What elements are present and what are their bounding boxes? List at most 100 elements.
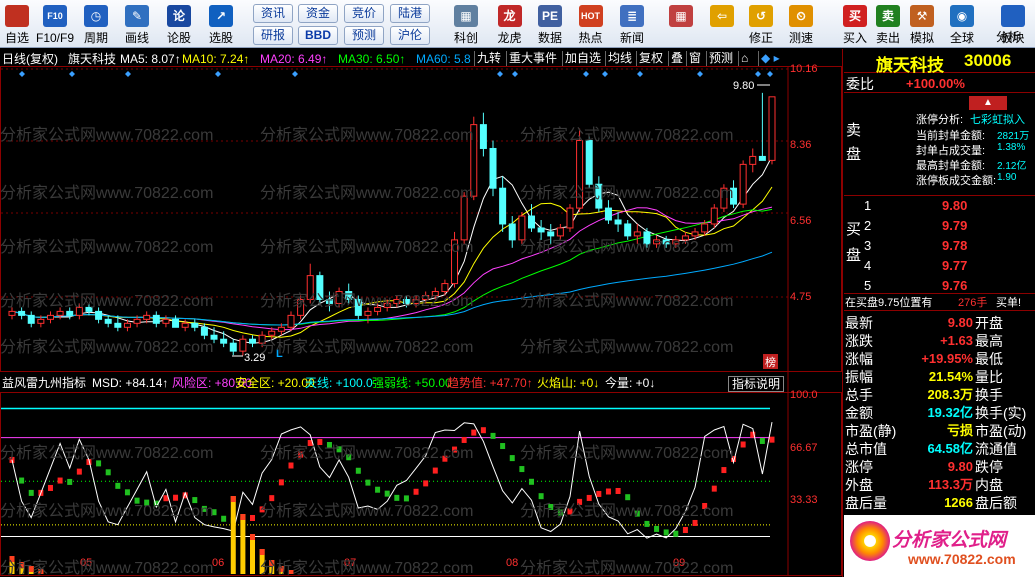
candle [585, 136, 593, 189]
toolbar-f10-button[interactable]: F10 F10/F9 [34, 0, 76, 48]
quick-button-3[interactable]: 陆港 [390, 4, 430, 23]
quick-button-1[interactable]: 资金 [298, 4, 338, 23]
candle [479, 112, 487, 157]
bid-row[interactable]: 4 9.77 [844, 257, 1035, 275]
event-marker-icon[interactable] [215, 71, 221, 77]
stat-key: 总手 [845, 387, 873, 403]
toolbar-stock-select-button[interactable]: ↗ 选股 [200, 0, 242, 48]
queue-qty: 276手 [958, 297, 988, 309]
event-marker-icon[interactable] [583, 71, 589, 77]
analysis-key: 涨停板成交金额: [916, 175, 997, 187]
quick-button-4[interactable]: 研报 [253, 26, 293, 45]
candle [412, 295, 420, 308]
toolbar-simulate-button[interactable]: ⚒ 模拟 [904, 0, 940, 48]
simulate-icon: ⚒ [910, 5, 934, 27]
stat-key: 振幅 [845, 369, 873, 385]
stat-key: 涨幅 [845, 351, 873, 367]
indicator-name[interactable]: 益风雷九州指标 [2, 376, 86, 390]
candle [258, 331, 266, 348]
quick-button-2[interactable]: 竞价 [344, 4, 384, 23]
trend-bar [586, 494, 592, 501]
low-marker-letter: L [276, 348, 283, 360]
chart-button-0[interactable]: 九转 [474, 51, 503, 66]
chart-button-5[interactable]: 叠 [668, 51, 685, 66]
event-marker-icon[interactable] [292, 71, 298, 77]
toolbar-layout-button[interactable]: ▦ [661, 0, 701, 48]
analysis-tag[interactable]: 七彩虹拟入 [970, 111, 1025, 127]
toolbar-measure-button[interactable]: ⏲ 测速 [780, 0, 822, 48]
stat-row: 总市值 64.58亿 流通值 [844, 440, 1035, 458]
stat-key2: 换手(实) [975, 405, 1027, 421]
event-marker-icon[interactable] [637, 71, 643, 77]
chart-button-3[interactable]: 均线 [605, 51, 634, 66]
trend-bar [384, 490, 390, 497]
chart-period-title[interactable]: 日线(复权) [2, 52, 58, 66]
bid-row[interactable]: 1 9.80 [844, 197, 1035, 215]
toolbar-self-select-button[interactable]: 自选 [0, 0, 34, 48]
bid-row[interactable]: 2 9.79 [844, 217, 1035, 235]
candle [95, 307, 103, 324]
event-marker-icon[interactable] [767, 71, 773, 77]
event-marker-icon[interactable] [602, 71, 608, 77]
flame-bar-top [240, 514, 246, 520]
toolbar-data-button[interactable]: PE 数据 [530, 0, 570, 48]
toolbar-back-button[interactable]: ⇦ [703, 0, 741, 48]
toolbar-news-button[interactable]: ≣ 新闻 [611, 0, 653, 48]
rank-badge[interactable]: 榜 [765, 355, 776, 369]
chart-button-6[interactable]: 窗 [686, 51, 703, 66]
collapse-arrow-icon[interactable]: ▲ [969, 96, 1007, 110]
flame-bar-top [288, 570, 294, 574]
candle [508, 216, 516, 248]
indicator-help-button[interactable]: 指标说明 [728, 376, 785, 392]
trend-bar [692, 519, 698, 526]
bid-row[interactable]: 3 9.78 [844, 237, 1035, 255]
flame-bar [240, 514, 246, 574]
chart-button-1[interactable]: 重大事件 [506, 51, 559, 66]
quick-button-7[interactable]: 沪伦 [390, 26, 430, 45]
candle [297, 295, 305, 320]
candle [451, 231, 459, 288]
quick-button-5[interactable]: BBD [298, 26, 338, 45]
event-marker-icon[interactable] [512, 71, 518, 77]
candle [354, 295, 362, 320]
queue-action[interactable]: 买单! [996, 294, 1021, 312]
toolbar-global-button[interactable]: ◉ 全球 [940, 0, 984, 48]
panel-toggle-icon[interactable]: ◆ ▸ [758, 51, 782, 66]
event-marker-icon[interactable] [697, 71, 703, 77]
bid-price: 9.77 [942, 258, 968, 273]
candle [595, 176, 603, 213]
toolbar-hot-spot-button[interactable]: HOT 热点 [570, 0, 611, 48]
toolbar-period-button[interactable]: ◷ 周期 [76, 0, 116, 48]
candle [345, 283, 353, 304]
trend-bar [336, 446, 342, 453]
toolbar-buy-button[interactable]: 买买入 [838, 0, 872, 48]
flame-bar-top [38, 569, 44, 574]
event-marker-icon[interactable] [497, 71, 503, 77]
chart-button-4[interactable]: 复权 [636, 51, 665, 66]
trend-bar [634, 510, 640, 517]
candle [75, 303, 83, 320]
toolbar-draw-line-button[interactable]: ✎ 画线 [116, 0, 158, 48]
toolbar-sell-button[interactable]: 卖卖出 [872, 0, 904, 48]
quick-button-0[interactable]: 资讯 [253, 4, 293, 23]
toolbar-dragon-tiger-button[interactable]: 龙龙虎 [489, 0, 530, 48]
event-marker-icon[interactable] [19, 71, 25, 77]
candle [441, 279, 449, 296]
candle [18, 307, 26, 320]
logo-url: www.70822.com [908, 551, 1016, 567]
flame-bar-top [19, 562, 25, 568]
event-marker-icon[interactable] [69, 71, 75, 77]
quick-button-6[interactable]: 预测 [344, 26, 384, 45]
chart-button-2[interactable]: 加自选 [562, 51, 603, 66]
chart-button-7[interactable]: 预测 [706, 51, 735, 66]
kline-chart-panel[interactable]: 9.80 3.29 L 榜 日线(复权) 旗天科技 MA5: 8.07↑ MA10: 7.2… [0, 49, 843, 577]
event-marker-icon[interactable] [755, 71, 761, 77]
toolbar-stock-theory-button[interactable]: 论论股 [158, 0, 200, 48]
candle [710, 204, 718, 228]
event-marker-icon[interactable] [125, 71, 131, 77]
flame-bar [230, 496, 236, 574]
stat-key2: 盘后额 [975, 495, 1017, 511]
lock-icon[interactable]: ⌂ [738, 51, 750, 66]
toolbar-revise-button[interactable]: ↺ 修正 [742, 0, 780, 48]
toolbar-tech-chart-button[interactable]: ▦ 科创 [443, 0, 489, 48]
